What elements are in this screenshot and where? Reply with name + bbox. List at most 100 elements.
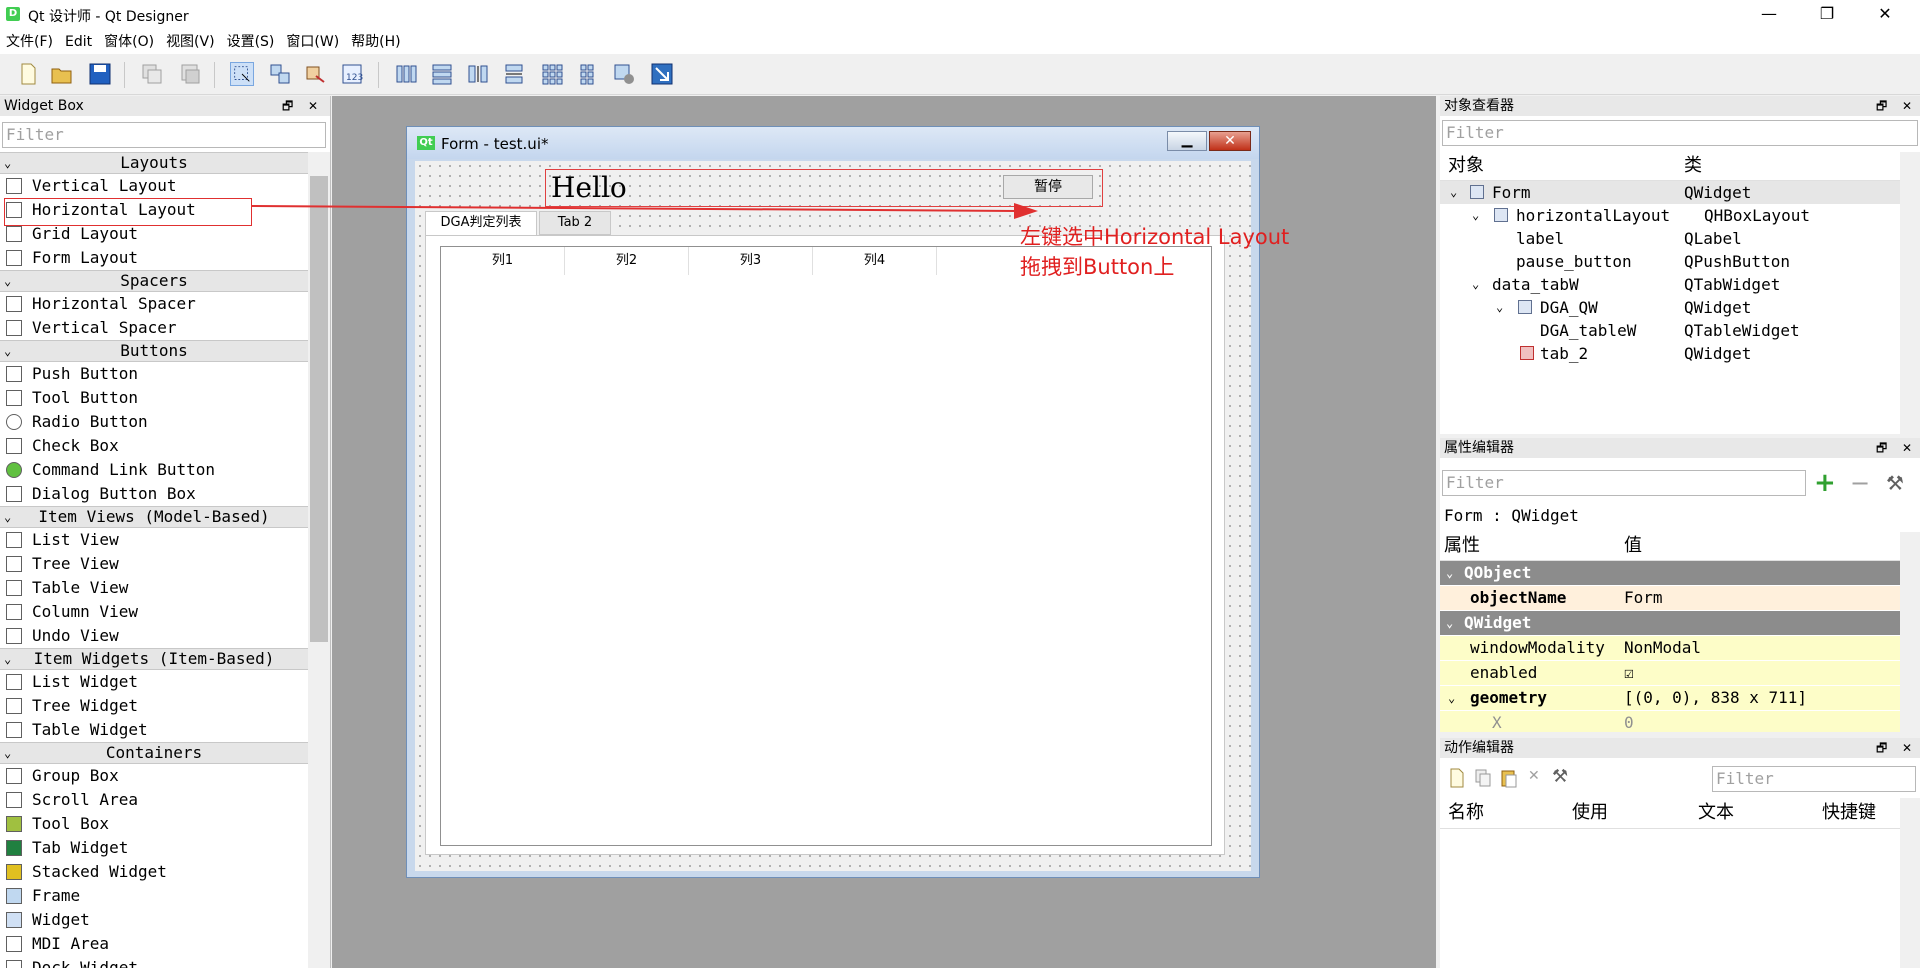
- object-filter-input[interactable]: Filter: [1442, 120, 1918, 146]
- column-header-3[interactable]: 列3: [689, 247, 813, 275]
- prop-enabled[interactable]: enabled ☑: [1440, 661, 1900, 686]
- menu-file[interactable]: 文件(F): [0, 30, 59, 54]
- add-property-icon[interactable]: +: [1814, 468, 1836, 498]
- widget-tool-button[interactable]: Tool Button: [0, 386, 308, 410]
- form-close-button[interactable]: ✕: [1209, 131, 1251, 151]
- widget-vertical-layout[interactable]: Vertical Layout: [0, 174, 308, 198]
- widget-filter-input[interactable]: Filter: [2, 122, 326, 148]
- prop-windowmodality[interactable]: windowModality NonModal: [1440, 636, 1900, 661]
- property-table[interactable]: 属性 值 ⌄ QObject objectName Form ⌄ QWidget wi…: [1440, 532, 1900, 732]
- dock-float-icon[interactable]: 🗗: [1876, 738, 1887, 758]
- open-folder-icon[interactable]: [50, 62, 74, 86]
- widget-table-widget[interactable]: Table Widget: [0, 718, 308, 742]
- action-filter-input[interactable]: Filter: [1712, 766, 1916, 792]
- widget-tab-widget[interactable]: Tab Widget: [0, 836, 308, 860]
- widget-stacked-widget[interactable]: Stacked Widget: [0, 860, 308, 884]
- dga-table[interactable]: 列1 列2 列3 列4: [440, 246, 1212, 846]
- widget-mdi-area[interactable]: MDI Area: [0, 932, 308, 956]
- widget-push-button[interactable]: Push Button: [0, 362, 308, 386]
- category-containers[interactable]: ⌄ Containers: [0, 742, 308, 764]
- tree-row-label[interactable]: label QLabel: [1440, 227, 1900, 250]
- header-value[interactable]: 值: [1624, 532, 1642, 560]
- header-object[interactable]: 对象: [1448, 152, 1484, 180]
- widget-horizontal-spacer[interactable]: Horizontal Spacer: [0, 292, 308, 316]
- maximize-button[interactable]: ❐: [1798, 0, 1856, 30]
- widget-check-box[interactable]: Check Box: [0, 434, 308, 458]
- property-filter-input[interactable]: Filter: [1442, 470, 1806, 496]
- break-layout-icon[interactable]: [612, 62, 636, 86]
- category-buttons[interactable]: ⌄ Buttons: [0, 340, 308, 362]
- widget-tool-box[interactable]: Tool Box: [0, 812, 308, 836]
- widget-group-box[interactable]: Group Box: [0, 764, 308, 788]
- copy-icon[interactable]: [140, 62, 164, 86]
- header-class[interactable]: 类: [1684, 152, 1702, 180]
- prop-geometry[interactable]: ⌄ geometry [(0, 0), 838 x 711]: [1440, 686, 1900, 711]
- paste-action-icon[interactable]: [1500, 768, 1518, 788]
- tree-row-data-tabw[interactable]: ⌄ data_tabW QTabWidget: [1440, 273, 1900, 296]
- form-title-bar[interactable]: Qt Form - test.ui* ▁ ✕: [407, 127, 1259, 159]
- category-item-views[interactable]: ⌄ Item Views (Model-Based): [0, 506, 308, 528]
- widget-undo-view[interactable]: Undo View: [0, 624, 308, 648]
- tree-row-tab-2[interactable]: tab_2 QWidget: [1440, 342, 1900, 365]
- widget-command-link-button[interactable]: Command Link Button: [0, 458, 308, 482]
- dock-float-icon[interactable]: 🗗: [282, 96, 293, 116]
- action-table-scrollbar[interactable]: [1900, 798, 1920, 968]
- layout-grid-icon[interactable]: [540, 62, 564, 86]
- widget-radio-button[interactable]: Radio Button: [0, 410, 308, 434]
- widget-scroll-area[interactable]: Scroll Area: [0, 788, 308, 812]
- widget-dialog-button-box[interactable]: Dialog Button Box: [0, 482, 308, 506]
- prop-x[interactable]: X0: [1440, 711, 1900, 732]
- configure-action-icon[interactable]: ⚒: [1552, 766, 1568, 787]
- layout-vertical-icon[interactable]: [430, 62, 454, 86]
- widget-box-scroll-thumb[interactable]: [310, 176, 328, 642]
- widget-dock-widget[interactable]: Dock Widget: [0, 956, 308, 968]
- column-header-2[interactable]: 列2: [565, 247, 689, 275]
- column-header-4[interactable]: 列4: [813, 247, 937, 275]
- category-item-widgets[interactable]: ⌄ Item Widgets (Item-Based): [0, 648, 308, 670]
- form-minimize-button[interactable]: ▁: [1167, 131, 1207, 151]
- widget-list-view[interactable]: List View: [0, 528, 308, 552]
- enabled-checkbox[interactable]: ☑: [1624, 661, 1634, 685]
- prop-objectname[interactable]: objectName Form: [1440, 586, 1900, 611]
- menu-window[interactable]: 窗口(W): [280, 30, 345, 54]
- dock-close-icon[interactable]: ✕: [1902, 438, 1912, 458]
- configure-wrench-icon[interactable]: ⚒: [1886, 468, 1904, 498]
- widget-tree-view[interactable]: Tree View: [0, 552, 308, 576]
- layout-form-icon[interactable]: [576, 62, 600, 86]
- delete-action-icon[interactable]: ✕: [1528, 768, 1540, 784]
- layout-horizontal-splitter-icon[interactable]: [466, 62, 490, 86]
- header-used[interactable]: 使用: [1572, 798, 1608, 828]
- edit-tab-order-icon[interactable]: 123: [340, 62, 364, 86]
- header-text[interactable]: 文本: [1698, 798, 1734, 828]
- tree-row-dga-qw[interactable]: ⌄ DGA_QW QWidget: [1440, 296, 1900, 319]
- layout-vertical-splitter-icon[interactable]: [502, 62, 526, 86]
- widget-vertical-spacer[interactable]: Vertical Spacer: [0, 316, 308, 340]
- widget-tree-widget[interactable]: Tree Widget: [0, 694, 308, 718]
- menu-view[interactable]: 视图(V): [160, 30, 221, 54]
- tree-row-horizontal-layout[interactable]: ⌄ horizontalLayout QHBoxLayout: [1440, 204, 1900, 227]
- tree-row-form[interactable]: ⌄ Form QWidget: [1440, 181, 1900, 204]
- group-qobject[interactable]: ⌄ QObject: [1440, 561, 1900, 586]
- minimize-button[interactable]: —: [1740, 0, 1798, 30]
- property-table-scrollbar[interactable]: [1900, 532, 1920, 732]
- object-tree[interactable]: 对象 类 ⌄ Form QWidget ⌄ horizontalLayout QHBox…: [1440, 152, 1900, 434]
- dock-close-icon[interactable]: ✕: [308, 96, 318, 116]
- dock-close-icon[interactable]: ✕: [1902, 96, 1912, 116]
- column-header-1[interactable]: 列1: [441, 247, 565, 275]
- menu-form[interactable]: 窗体(O): [98, 30, 160, 54]
- widget-table-view[interactable]: Table View: [0, 576, 308, 600]
- new-action-icon[interactable]: [1448, 768, 1466, 788]
- dock-float-icon[interactable]: 🗗: [1876, 438, 1887, 458]
- menu-help[interactable]: 帮助(H): [345, 30, 406, 54]
- tree-row-pause-button[interactable]: pause_button QPushButton: [1440, 250, 1900, 273]
- widget-widget[interactable]: Widget: [0, 908, 308, 932]
- category-spacers[interactable]: ⌄ Spacers: [0, 270, 308, 292]
- dock-float-icon[interactable]: 🗗: [1876, 96, 1887, 116]
- object-tree-scrollbar[interactable]: [1900, 152, 1920, 434]
- menu-edit[interactable]: Edit: [59, 30, 98, 54]
- close-button[interactable]: ✕: [1856, 0, 1914, 30]
- header-name[interactable]: 名称: [1448, 798, 1484, 828]
- edit-buddies-icon[interactable]: [304, 62, 328, 86]
- remove-property-icon[interactable]: −: [1850, 468, 1870, 498]
- edit-signals-slots-icon[interactable]: [268, 62, 292, 86]
